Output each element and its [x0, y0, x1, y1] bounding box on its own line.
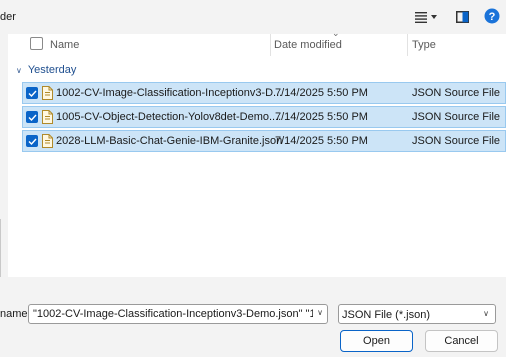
checkmark-icon	[28, 114, 37, 121]
file-type: JSON Source File	[412, 87, 501, 99]
filename-input[interactable]	[29, 305, 313, 323]
file-name: 1005-CV-Object-Detection-Yolov8det-Demo.…	[56, 111, 282, 123]
file-type: JSON Source File	[412, 111, 501, 123]
navigation-pane-edge	[0, 34, 8, 311]
row-checkbox[interactable]	[26, 87, 38, 99]
json-file-icon	[42, 110, 53, 124]
sort-chevron-icon: ⌄	[332, 28, 340, 38]
file-name: 1002-CV-Image-Classification-Inceptionv3…	[56, 87, 283, 99]
filetype-select[interactable]: JSON File (*.json) ∨	[338, 304, 496, 324]
help-button[interactable]: ?	[484, 8, 502, 26]
column-divider[interactable]	[270, 34, 271, 56]
view-menu-icon	[415, 11, 427, 23]
file-list[interactable]: Name Date modified ⌄ Type ∨ Yesterday 10…	[8, 28, 506, 285]
dialog-footer: name: ∨ JSON File (*.json) ∨ Open Cancel	[0, 277, 506, 357]
file-row[interactable]: 1002-CV-Image-Classification-Inceptionv3…	[22, 82, 506, 104]
column-header-type[interactable]: Type	[412, 39, 436, 51]
help-icon: ?	[484, 8, 500, 24]
row-checkbox[interactable]	[26, 111, 38, 123]
row-checkbox[interactable]	[26, 135, 38, 147]
json-file-icon	[42, 86, 53, 100]
file-row[interactable]: 1005-CV-Object-Detection-Yolov8det-Demo.…	[22, 106, 506, 128]
file-date: 7/14/2025 5:50 PM	[275, 87, 368, 99]
chevron-down-icon[interactable]: ∨	[317, 308, 323, 317]
checkmark-icon	[28, 90, 37, 97]
column-header: Name Date modified ⌄ Type	[8, 28, 506, 56]
checkmark-icon	[28, 138, 37, 145]
toolbar-partial-title: der	[0, 11, 16, 23]
file-type: JSON Source File	[412, 135, 501, 147]
file-row[interactable]: 2028-LLM-Basic-Chat-Genie-IBM-Granite.js…	[22, 130, 506, 152]
collapse-chevron-icon: ∨	[16, 65, 22, 75]
preview-pane-icon	[455, 11, 469, 23]
cancel-button[interactable]: Cancel	[425, 330, 498, 352]
select-all-checkbox[interactable]	[30, 37, 43, 50]
column-divider[interactable]	[407, 34, 408, 56]
chevron-down-icon	[431, 15, 437, 19]
column-header-name[interactable]: Name	[50, 39, 79, 51]
filename-combobox[interactable]: ∨	[28, 304, 328, 324]
json-file-icon	[42, 134, 53, 148]
view-menu-button[interactable]	[411, 8, 441, 26]
svg-text:?: ?	[489, 11, 496, 23]
preview-pane-button[interactable]	[453, 8, 471, 26]
filename-label: name:	[0, 308, 31, 320]
filetype-value: JSON File (*.json)	[342, 309, 431, 321]
group-label: Yesterday	[27, 64, 77, 76]
chevron-down-icon: ∨	[483, 309, 489, 318]
file-name: 2028-LLM-Basic-Chat-Genie-IBM-Granite.js…	[56, 135, 283, 147]
group-header-yesterday[interactable]: ∨ Yesterday	[16, 64, 76, 76]
file-date: 7/14/2025 5:50 PM	[275, 111, 368, 123]
toolbar: der ?	[0, 0, 506, 34]
file-date: 7/14/2025 5:50 PM	[275, 135, 368, 147]
column-header-date-modified[interactable]: Date modified	[274, 39, 342, 51]
open-button[interactable]: Open	[340, 330, 413, 352]
